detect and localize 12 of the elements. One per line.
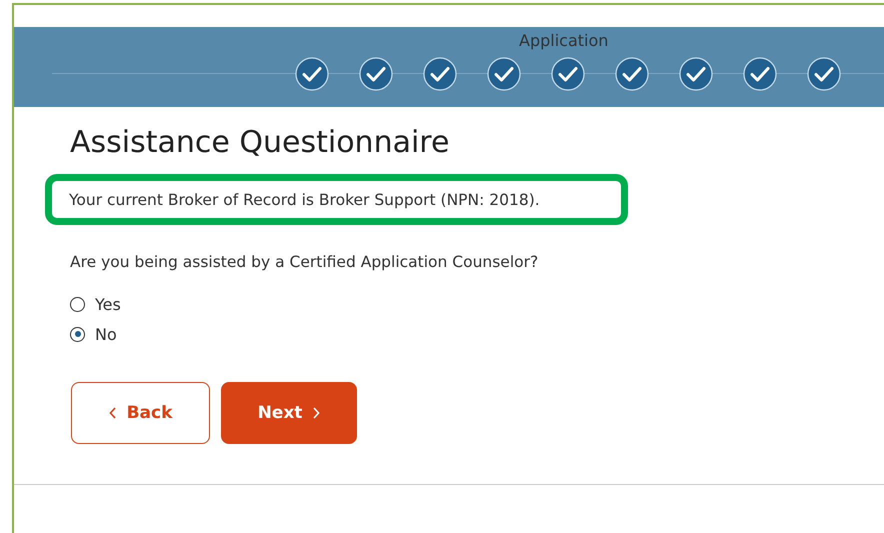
radio-option[interactable]: No: [70, 319, 117, 349]
chevron-right-icon: [312, 407, 320, 419]
radio-button[interactable]: [70, 296, 85, 312]
question-text: Are you being assisted by a Certified Application Counselor?: [70, 253, 540, 271]
back-button[interactable]: Back: [71, 382, 210, 444]
page-title: Assistance Questionnaire: [70, 125, 450, 160]
radio-button[interactable]: [70, 326, 85, 342]
chevron-left-icon: [108, 407, 117, 419]
radio-option[interactable]: Yes: [70, 289, 121, 319]
next-button[interactable]: Next: [221, 382, 357, 444]
progress-label: Application: [519, 31, 608, 50]
broker-notice: Your current Broker of Record is Broker Support (NPN: 2018).: [69, 191, 540, 209]
